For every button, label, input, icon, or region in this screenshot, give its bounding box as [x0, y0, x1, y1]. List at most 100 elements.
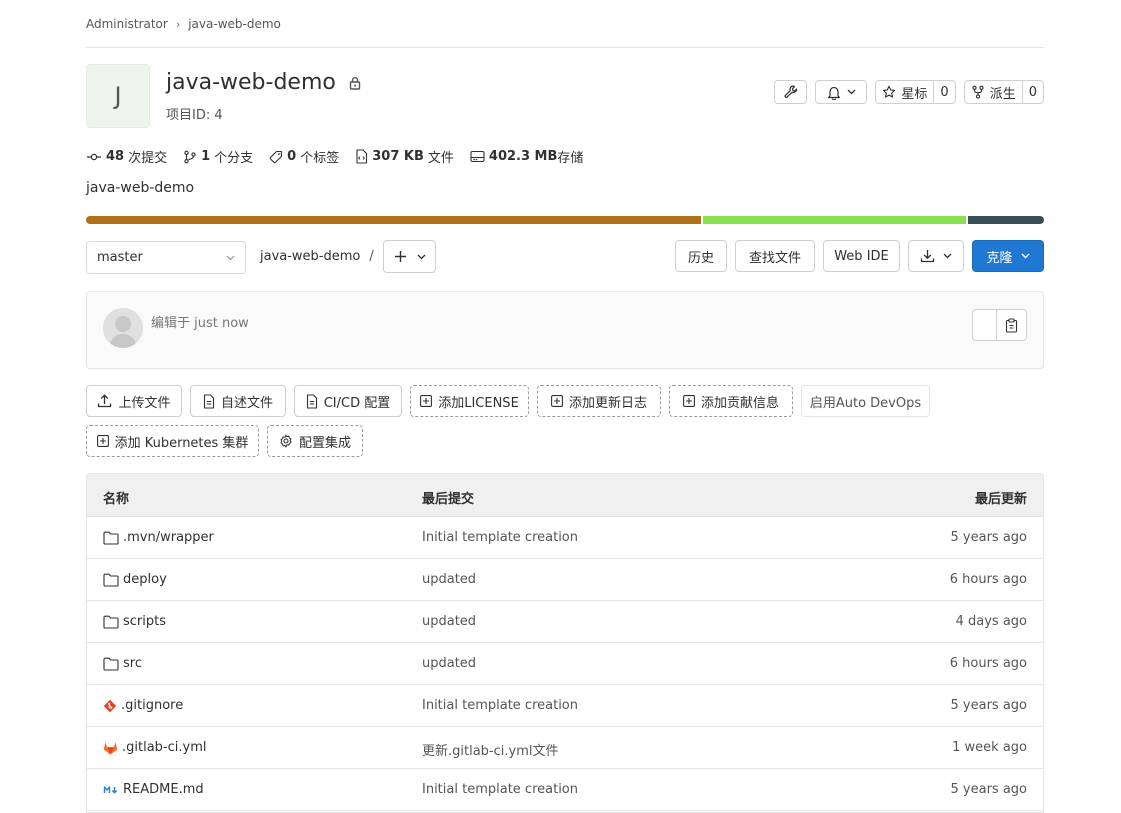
file-name[interactable]: scripts	[123, 614, 166, 629]
add-readme-button[interactable]: 自述文件	[190, 385, 286, 417]
commit-info: 编辑于 just now	[151, 316, 249, 331]
storage-stat[interactable]: 402.3 MB 存储	[470, 147, 584, 166]
file-name[interactable]: README.md	[123, 782, 204, 797]
chevron-down-icon	[226, 255, 235, 261]
chevron-right-icon: ›	[175, 17, 181, 31]
clone-label: 克隆	[986, 250, 1013, 266]
commit-icon	[86, 151, 102, 163]
file-name[interactable]: .gitignore	[121, 698, 183, 713]
divider	[86, 47, 1044, 48]
file-name-cell[interactable]: README.md	[103, 782, 204, 797]
history-button[interactable]: 历史	[675, 240, 727, 272]
file-name[interactable]: .gitlab-ci.yml	[122, 740, 206, 755]
branches-count: 1	[201, 149, 211, 164]
file-code-icon	[355, 149, 368, 164]
file-name[interactable]: deploy	[123, 572, 167, 587]
file-name-cell[interactable]: src	[103, 656, 142, 671]
path-separator: /	[369, 249, 374, 264]
language-segment	[967, 216, 1044, 224]
commits-stat[interactable]: 48 次提交	[86, 147, 167, 166]
notification-button[interactable]	[815, 80, 868, 104]
add-kubernetes-button[interactable]: 添加 Kubernetes 集群	[86, 425, 259, 457]
fork-icon	[971, 85, 985, 99]
table-row[interactable]: src updated 6 hours ago	[87, 643, 1043, 685]
commit-message[interactable]: updated	[422, 656, 476, 671]
add-license-button[interactable]: 添加LICENSE	[410, 385, 529, 417]
storage-label: 存储	[557, 151, 584, 166]
language-segment	[86, 216, 702, 224]
file-name-cell[interactable]: .gitignore	[103, 698, 183, 713]
commit-message[interactable]: updated	[422, 572, 476, 587]
gitlab-icon	[103, 741, 118, 755]
table-row[interactable]: scripts updated 4 days ago	[87, 601, 1043, 643]
tags-stat[interactable]: 0 个标签	[269, 147, 339, 166]
file-name-cell[interactable]: .gitlab-ci.yml	[103, 740, 206, 755]
header-last-commit: 最后提交	[422, 492, 475, 507]
file-name-cell[interactable]: deploy	[103, 572, 167, 587]
branches-label: 个分支	[214, 151, 254, 166]
table-row[interactable]: deploy updated 6 hours ago	[87, 559, 1043, 601]
star-count[interactable]: 0	[933, 81, 954, 103]
doc-icon	[306, 393, 318, 409]
star-button[interactable]: 星标 0	[875, 80, 956, 104]
last-commit-panel: 编辑于 just now	[86, 291, 1044, 369]
file-name[interactable]: .mvn/wrapper	[123, 530, 214, 545]
breadcrumb: Administrator › java-web-demo	[86, 16, 281, 32]
files-stat[interactable]: 307 KB 文件	[355, 147, 454, 166]
table-row[interactable]: .mvn/wrapper Initial template creation 5 y…	[87, 517, 1043, 559]
tag-icon	[269, 150, 283, 164]
cicd-config-label: CI/CD 配置	[323, 395, 391, 411]
find-file-button[interactable]: 查找文件	[735, 240, 815, 272]
configure-integrations-button[interactable]: 配置集成	[267, 425, 363, 457]
table-header: 名称 最后提交 最后更新	[87, 474, 1043, 517]
plus-square-icon	[96, 435, 109, 447]
folder-icon	[103, 531, 119, 545]
folder-icon	[103, 615, 119, 629]
upload-file-button[interactable]: 上传文件	[86, 385, 182, 417]
commit-message[interactable]: 更新.gitlab-ci.yml文件	[422, 740, 558, 759]
fork-button[interactable]: 派生 0	[963, 80, 1044, 104]
fork-count[interactable]: 0	[1021, 81, 1043, 103]
add-to-tree-button[interactable]	[383, 240, 436, 273]
branch-selector[interactable]: master	[86, 241, 246, 274]
file-tree-table: 名称 最后提交 最后更新 .mvn/wrapper Initial templat…	[86, 473, 1044, 813]
commit-sha-group	[972, 309, 1027, 341]
commit-message[interactable]: updated	[422, 614, 476, 629]
commit-message[interactable]: Initial template creation	[422, 698, 578, 713]
repo-path-root[interactable]: java-web-demo	[260, 249, 360, 264]
breadcrumb-project[interactable]: java-web-demo	[188, 17, 281, 31]
commits-count: 48	[106, 149, 125, 164]
commits-label: 次提交	[128, 151, 168, 166]
upload-file-label: 上传文件	[118, 395, 171, 411]
clipboard-icon	[1005, 317, 1018, 333]
chevron-down-icon	[847, 89, 856, 95]
web-ide-button[interactable]: Web IDE	[823, 240, 900, 272]
branches-stat[interactable]: 1 个分支	[183, 147, 253, 166]
table-row[interactable]: .gitlab-ci.yml 更新.gitlab-ci.yml文件 1 week a…	[87, 727, 1043, 769]
cicd-config-button[interactable]: CI/CD 配置	[294, 385, 402, 417]
table-row[interactable]: README.md Initial template creation 5 year…	[87, 769, 1043, 811]
file-name-cell[interactable]: .mvn/wrapper	[103, 530, 214, 545]
commit-sha[interactable]	[973, 310, 997, 340]
plus-square-icon	[683, 395, 695, 407]
clone-button[interactable]: 克隆	[972, 240, 1044, 272]
add-changelog-button[interactable]: 添加更新日志	[537, 385, 661, 417]
add-contributing-button[interactable]: 添加贡献信息	[669, 385, 793, 417]
upload-icon	[97, 394, 112, 408]
copy-sha-button[interactable]	[997, 310, 1026, 340]
download-button[interactable]	[908, 240, 964, 272]
file-name[interactable]: src	[123, 656, 142, 671]
settings-button[interactable]	[774, 80, 808, 104]
add-changelog-label: 添加更新日志	[568, 395, 647, 411]
enable-auto-devops-button[interactable]: 启用Auto DevOps	[801, 385, 930, 417]
repo-path: java-web-demo /	[260, 249, 374, 264]
table-row[interactable]: .gitignore Initial template creation 5 yea…	[87, 685, 1043, 727]
breadcrumb-owner[interactable]: Administrator	[86, 17, 168, 31]
commit-message[interactable]: Initial template creation	[422, 530, 578, 545]
commit-message[interactable]: Initial template creation	[422, 782, 578, 797]
user-avatar[interactable]	[103, 308, 143, 348]
project-description: java-web-demo	[86, 180, 195, 196]
project-stats: 48 次提交 1 个分支 0 个标签 307 KB 文件 402.3 MB 存储	[86, 147, 583, 166]
branch-name: master	[97, 250, 143, 265]
file-name-cell[interactable]: scripts	[103, 614, 166, 629]
